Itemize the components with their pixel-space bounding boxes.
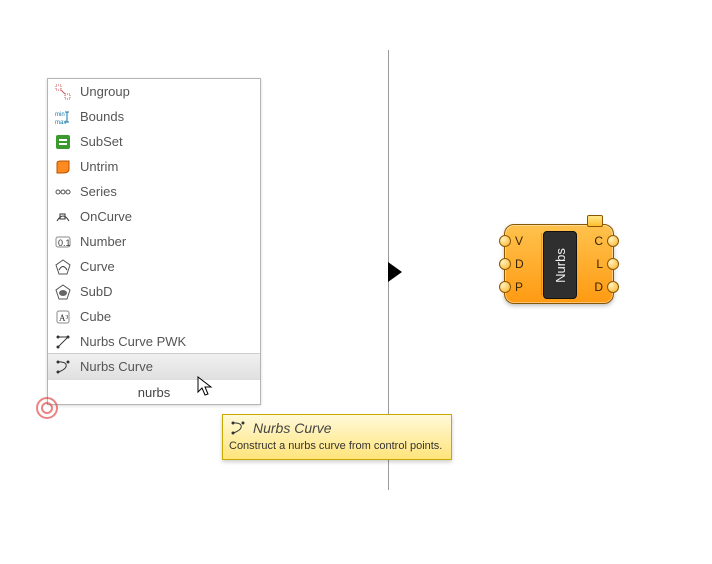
menu-item-label: SubD	[80, 284, 254, 299]
input-port-p[interactable]: P	[505, 276, 543, 298]
menu-item-cube[interactable]: A³ Cube	[48, 304, 260, 329]
port-label: L	[596, 257, 603, 271]
tooltip: Nurbs Curve Construct a nurbs curve from…	[222, 414, 452, 460]
search-row	[48, 379, 260, 404]
port-grip-icon[interactable]	[499, 281, 511, 293]
menu-item-label: OnCurve	[80, 209, 254, 224]
menu-item-label: Cube	[80, 309, 254, 324]
menu-item-nurbs-curve-pwk[interactable]: Nurbs Curve PWK	[48, 329, 260, 354]
menu-item-label: Ungroup	[80, 84, 254, 99]
menu-item-ungroup[interactable]: Ungroup	[48, 79, 260, 104]
port-grip-icon[interactable]	[607, 281, 619, 293]
output-port-l[interactable]: L	[575, 253, 613, 275]
component-name: Nurbs	[553, 248, 568, 283]
port-grip-icon[interactable]	[499, 258, 511, 270]
nurbs-component[interactable]: V D P C L	[504, 224, 614, 304]
series-icon	[54, 183, 72, 201]
input-port-d[interactable]: D	[505, 253, 543, 275]
nurbs-curve-icon	[229, 419, 247, 437]
port-grip-icon[interactable]	[607, 235, 619, 247]
canvas: Ungroup min max Bounds SubSet Untrim Seri…	[0, 0, 712, 564]
menu-item-label: Untrim	[80, 159, 254, 174]
menu-item-nurbs-curve[interactable]: Nurbs Curve	[48, 353, 260, 380]
menu-item-bounds[interactable]: min max Bounds	[48, 104, 260, 129]
svg-text:min: min	[55, 112, 65, 118]
untrim-icon	[54, 158, 72, 176]
port-label: D	[515, 257, 524, 271]
port-grip-icon[interactable]	[499, 235, 511, 247]
nurbs-curve-icon	[54, 358, 72, 376]
menu-item-label: Number	[80, 234, 254, 249]
input-port-v[interactable]: V	[505, 230, 543, 252]
arrow-icon	[388, 262, 402, 282]
bounds-icon: min max	[54, 108, 72, 126]
svg-text:0.1: 0.1	[58, 238, 71, 248]
port-label: P	[515, 280, 523, 294]
menu-item-subd[interactable]: SubD	[48, 279, 260, 304]
port-label: D	[594, 280, 603, 294]
output-port-c[interactable]: C	[575, 230, 613, 252]
number-icon: 0.1	[54, 233, 72, 251]
oncurve-icon	[54, 208, 72, 226]
origin-marker-icon	[36, 397, 58, 419]
menu-item-curve[interactable]: Curve	[48, 254, 260, 279]
menu-item-label: Series	[80, 184, 254, 199]
port-label: V	[515, 234, 523, 248]
menu-item-number[interactable]: 0.1 Number	[48, 229, 260, 254]
menu-item-oncurve[interactable]: OnCurve	[48, 204, 260, 229]
nurbs-pwk-icon	[54, 333, 72, 351]
svg-text:max: max	[55, 120, 66, 125]
ungroup-icon	[54, 83, 72, 101]
menu-item-label: Nurbs Curve PWK	[80, 334, 254, 349]
curve-icon	[54, 258, 72, 276]
menu-item-label: Curve	[80, 259, 254, 274]
menu-item-label: SubSet	[80, 134, 254, 149]
svg-text:A³: A³	[59, 313, 68, 323]
port-label: C	[594, 234, 603, 248]
tooltip-title: Nurbs Curve	[253, 420, 332, 436]
cube-icon: A³	[54, 308, 72, 326]
menu-item-label: Nurbs Curve	[80, 359, 254, 374]
search-input[interactable]	[54, 385, 254, 400]
output-port-d[interactable]: D	[575, 276, 613, 298]
search-menu: Ungroup min max Bounds SubSet Untrim Seri…	[47, 78, 261, 405]
menu-item-subset[interactable]: SubSet	[48, 129, 260, 154]
menu-item-series[interactable]: Series	[48, 179, 260, 204]
port-grip-icon[interactable]	[607, 258, 619, 270]
subd-icon	[54, 283, 72, 301]
tooltip-description: Construct a nurbs curve from control poi…	[229, 439, 445, 453]
subset-icon	[54, 133, 72, 151]
component-name-strip: Nurbs	[543, 231, 577, 299]
menu-item-untrim[interactable]: Untrim	[48, 154, 260, 179]
menu-item-label: Bounds	[80, 109, 254, 124]
